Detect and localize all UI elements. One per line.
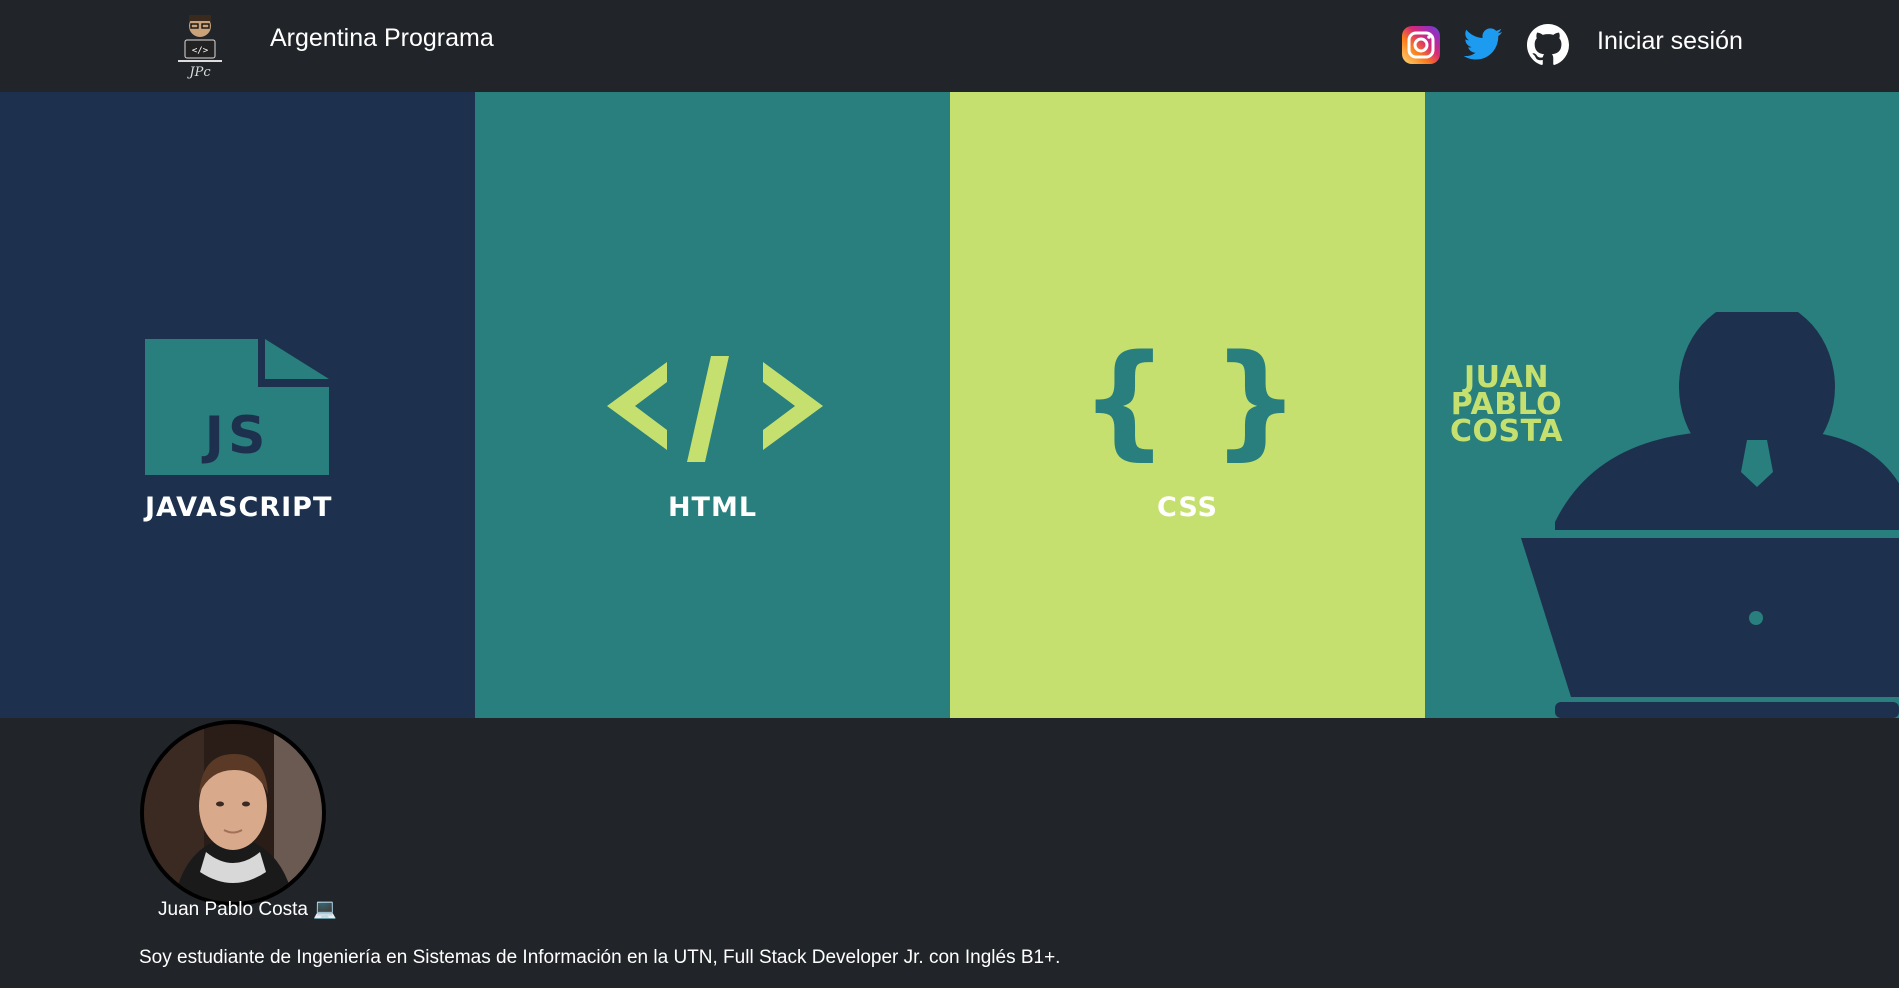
hero-banner: JS JAVASCRIPT HTML { } CSS JUAN PABLO CO… xyxy=(0,92,1899,718)
developer-panel: JUAN PABLO COSTA xyxy=(1425,92,1899,718)
github-icon[interactable] xyxy=(1527,24,1569,66)
html-label: HTML xyxy=(667,492,758,523)
login-link[interactable]: Iniciar sesión xyxy=(1597,27,1743,56)
twitter-icon[interactable] xyxy=(1462,24,1504,66)
svg-text:</>: </> xyxy=(192,46,209,56)
navbar: </> JPc Argentina Programa Iniciar sesió… xyxy=(0,0,1899,92)
curly-braces-icon: { } xyxy=(1090,347,1290,467)
svg-text:JPc: JPc xyxy=(186,65,211,80)
brand-link[interactable]: Argentina Programa xyxy=(270,24,494,53)
css-label: CSS xyxy=(1157,492,1218,523)
javascript-panel: JS JAVASCRIPT xyxy=(0,92,475,718)
css-panel: { } CSS xyxy=(950,92,1425,718)
html-panel: HTML xyxy=(475,92,950,718)
svg-text:{ }: { } xyxy=(1090,347,1290,467)
developer-laptop-icon xyxy=(1515,312,1899,718)
code-tag-icon xyxy=(607,356,823,462)
profile-bio: Soy estudiante de Ingeniería en Sistemas… xyxy=(139,947,1061,968)
instagram-icon[interactable] xyxy=(1400,24,1442,66)
profile-avatar xyxy=(140,720,326,906)
javascript-label: JAVASCRIPT xyxy=(145,492,333,523)
profile-photo xyxy=(144,724,322,902)
javascript-file-icon: JS xyxy=(145,339,329,475)
svg-text:JS: JS xyxy=(202,406,270,466)
profile-name: Juan Pablo Costa 💻 xyxy=(158,899,337,920)
logo-icon[interactable]: </> JPc xyxy=(170,12,230,80)
